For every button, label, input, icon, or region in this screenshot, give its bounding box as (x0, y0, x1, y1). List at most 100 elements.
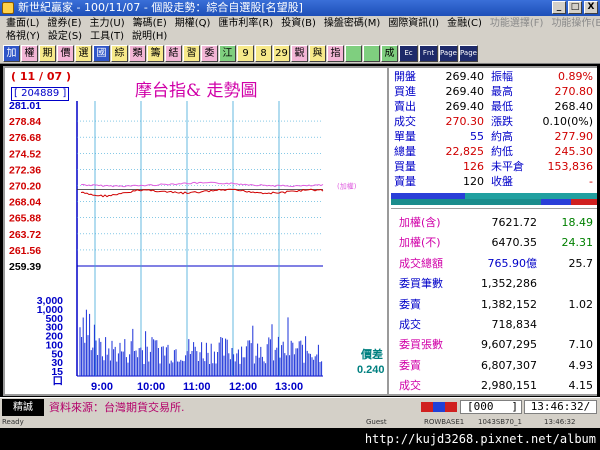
menu-item-1[interactable]: 證券(E) (43, 17, 85, 30)
quote-label: 成交 (394, 115, 416, 128)
menu-item-8[interactable]: 國際資訊(I) (384, 17, 443, 30)
quote-label: 開盤 (394, 70, 416, 83)
restore-button[interactable]: □ (568, 1, 582, 14)
price-tick-label: 265.88 (9, 213, 41, 225)
quote-label: 漲跌 (491, 115, 513, 128)
toolbar-button-10[interactable]: 習 (183, 45, 200, 62)
quote-value: 269.40 (445, 70, 485, 83)
quote-value: 245.30 (554, 145, 594, 158)
volume-tick-label: 口 (53, 375, 64, 387)
menu-item-3[interactable]: 籌碼(E) (129, 17, 171, 30)
price-tick-label: 281.01 (9, 100, 41, 112)
status-input-box[interactable]: [000] (460, 400, 522, 414)
toolbar-button-7[interactable]: 類 (129, 45, 146, 62)
broker-label[interactable]: 精誠 (2, 399, 44, 416)
toolbar-button-16[interactable]: 觀 (291, 45, 308, 62)
toolbar-button-21[interactable]: 成 (381, 45, 398, 62)
toolbar-button-14[interactable]: 8 (255, 45, 272, 62)
menu-item-10[interactable]: 功能選擇(F) (486, 17, 548, 30)
quote-value: 277.90 (554, 130, 594, 143)
toolbar-button-25[interactable]: Page (459, 45, 478, 62)
toolbar: 加權期價選國綜類籌結習委江 9 8 29 觀與指成 Ec Fnt Page Page (0, 44, 600, 64)
toolbar-button-8[interactable]: 籌 (147, 45, 164, 62)
toolbar-button-0[interactable]: 加 (3, 45, 20, 62)
album-url: http://kujd3268.pixnet.net/album (364, 432, 596, 446)
price-line (80, 188, 324, 198)
quote-label: 買進 (394, 85, 416, 98)
quote-value: 0.10(0%) (542, 115, 593, 128)
toolbar-button-3[interactable]: 價 (57, 45, 74, 62)
market-stats-grid: 加權(含) 7621.72 18.49 加權(不) 6470.35 24.31 成交總額 76… (391, 208, 597, 394)
toolbar-button-20[interactable] (363, 45, 380, 62)
stat-label: 成交 (399, 379, 421, 393)
quote-label: 最低 (491, 100, 513, 113)
toolbar-button-1[interactable]: 權 (21, 45, 38, 62)
quote-value: 268.40 (554, 100, 594, 113)
stat-row: 成交 2,980,151 4.15 (391, 374, 597, 397)
toolbar-button-2[interactable]: 期 (39, 45, 56, 62)
toolbar-button-19[interactable] (345, 45, 362, 62)
app-icon[interactable] (2, 2, 14, 14)
price-tick-label: 270.20 (9, 181, 41, 193)
price-tick-label: 268.04 (9, 197, 41, 209)
toolbar-button-13[interactable]: 9 (237, 45, 254, 62)
footer-item-0: Ready (2, 418, 24, 426)
toolbar-button-18[interactable]: 指 (327, 45, 344, 62)
toolbar-button-22[interactable]: Ec (399, 45, 418, 62)
menu-item-9[interactable]: 金融(C) (443, 17, 486, 30)
toolbar-button-4[interactable]: 選 (75, 45, 92, 62)
footer-item-1: Guest (366, 418, 387, 426)
quote-row: 賣出 269.40 最低 268.40 (391, 100, 597, 115)
menu-item-r2-0[interactable]: 格視(Y) (2, 30, 44, 43)
toolbar-button-23[interactable]: Fnt (419, 45, 438, 62)
status-bar: 精誠 資料來源：台灣期貨交易所. [000] 13:46:32/ (0, 397, 600, 416)
trend-chart[interactable]: 281.01 278.84 276.68 274.52 272.36 270.20 268.… (5, 68, 389, 394)
quote-value: 270.80 (554, 85, 594, 98)
menu-item-6[interactable]: 投資(B) (277, 17, 320, 30)
quote-panel: 開盤 269.40 振幅 0.89% 買進 269.40 最高 270.80 賣出 269.40 最… (391, 68, 597, 394)
toolbar-button-11[interactable]: 委 (201, 45, 218, 62)
quote-value: 22,825 (445, 145, 485, 158)
menu-item-r2-3[interactable]: 說明(H) (128, 30, 171, 43)
quote-label: 單量 (394, 130, 416, 143)
time-tick-label: 10:00 (137, 381, 165, 393)
quote-value: 55 (470, 130, 484, 143)
menu-item-5[interactable]: 匯市利率(R) (214, 17, 277, 30)
chart-canvas: 281.01 278.84 276.68 274.52 272.36 270.20 268.… (9, 100, 385, 393)
menu-item-11[interactable]: 功能操作(B) (547, 17, 600, 30)
menu-item-4[interactable]: 期權(Q) (171, 17, 215, 30)
main-panel: 281.01 278.84 276.68 274.52 272.36 270.20 268.… (3, 66, 597, 396)
toolbar-button-17[interactable]: 與 (309, 45, 326, 62)
title-bar[interactable]: 新世紀贏家 - 100/11/07 - 個股走勢：綜合自選股[名望股] _ □ … (0, 0, 600, 16)
footer-item-4: 13:46:32 (544, 418, 576, 426)
quote-value: 0.89% (558, 70, 593, 83)
price-tick-label: 263.72 (9, 229, 41, 241)
toolbar-button-15[interactable]: 29 (273, 45, 290, 62)
quote-row: 買進 269.40 最高 270.80 (391, 85, 597, 100)
menu-item-r2-1[interactable]: 設定(S) (44, 30, 86, 43)
close-button[interactable]: X (584, 1, 598, 14)
menu-item-0[interactable]: 畫面(L) (2, 17, 43, 30)
status-color-bar (421, 402, 457, 412)
quote-label: 未平倉 (491, 160, 524, 173)
footer-item-3: 1043SB70_1 (478, 418, 522, 426)
spread-label: 價差 (360, 347, 383, 361)
toolbar-button-6[interactable]: 綜 (111, 45, 128, 62)
quote-label: 買量 (394, 160, 416, 173)
quote-value: 120 (463, 175, 484, 188)
price-tick-label: 274.52 (9, 148, 41, 160)
quote-label: 總量 (394, 145, 416, 158)
stat-extra: 4.15 (568, 379, 594, 393)
menu-item-2[interactable]: 主力(U) (86, 17, 129, 30)
chart-title: 摩台指& 走勢圖 (135, 81, 258, 101)
chart-date: ( 11 / 07 ) (11, 70, 72, 83)
menu-item-r2-2[interactable]: 工具(T) (86, 30, 128, 43)
time-tick-label: 11:00 (183, 381, 211, 393)
toolbar-button-9[interactable]: 結 (165, 45, 182, 62)
minimize-button[interactable]: _ (552, 1, 566, 14)
toolbar-button-24[interactable]: Page (439, 45, 458, 62)
quote-label: 收盤 (491, 175, 513, 188)
menu-item-7[interactable]: 操盤密碼(M) (320, 17, 384, 30)
toolbar-button-5[interactable]: 國 (93, 45, 110, 62)
toolbar-button-12[interactable]: 江 (219, 45, 236, 62)
